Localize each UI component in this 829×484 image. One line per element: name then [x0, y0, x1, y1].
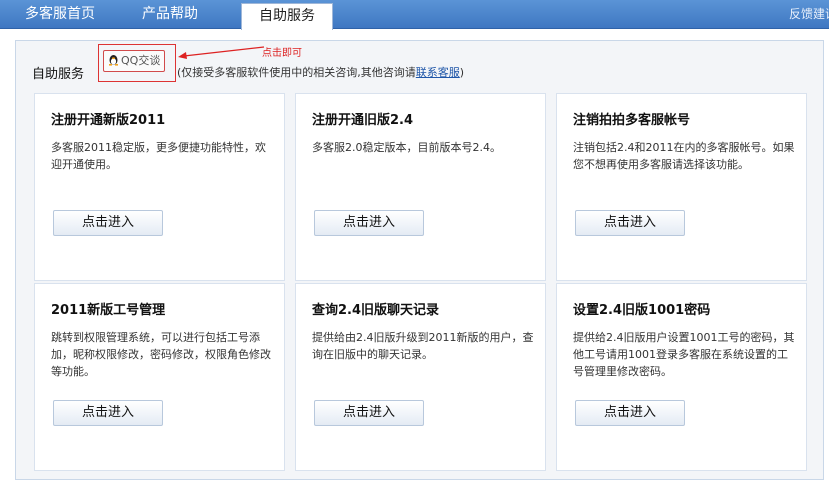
service-note: (仅接受多客服软件使用中的相关咨询,其他咨询请联系客服)	[177, 64, 464, 80]
card-title: 注册开通旧版2.4	[312, 113, 414, 128]
card-register-2011: 注册开通新版2011 多客服2011稳定版，更多便捷功能特性，欢迎开通使用。 点…	[34, 93, 285, 281]
card-description: 提供给由2.4旧版升级到2011新版的用户，查询在旧版中的聊天记录。	[312, 331, 534, 361]
card-description: 注销包括2.4和2011在内的多客服帐号。如果您不想再使用多客服请选择该功能。	[573, 141, 795, 171]
card-description: 多客服2011稳定版，更多便捷功能特性，欢迎开通使用。	[51, 141, 266, 171]
card-cancel-account: 注销拍拍多客服帐号 注销包括2.4和2011在内的多客服帐号。如果您不想再使用多…	[556, 93, 807, 281]
card-title: 设置2.4旧版1001密码	[573, 303, 711, 318]
card-description: 多客服2.0稳定版本，目前版本号2.4。	[312, 141, 501, 154]
note-suffix: )	[459, 66, 465, 79]
qq-chat-button[interactable]: QQ交谈	[103, 50, 165, 72]
card-enter-button[interactable]: 点击进入	[53, 210, 163, 236]
card-enter-button[interactable]: 点击进入	[314, 400, 424, 426]
card-chat-history: 查询2.4旧版聊天记录 提供给由2.4旧版升级到2011新版的用户，查询在旧版中…	[295, 283, 546, 471]
card-enter-button[interactable]: 点击进入	[314, 210, 424, 236]
card-set-1001-password: 设置2.4旧版1001密码 提供给2.4旧版用户设置1001工号的密码，其他工号…	[556, 283, 807, 471]
note-prefix: (仅接受多客服软件使用中的相关咨询,其他咨询请	[177, 66, 416, 79]
card-title: 查询2.4旧版聊天记录	[312, 303, 440, 318]
card-title: 注册开通新版2011	[51, 113, 166, 128]
top-nav-bar: 多客服首页 产品帮助 自助服务 反馈建议	[0, 0, 829, 30]
card-agent-id-management: 2011新版工号管理 跳转到权限管理系统，可以进行包括工号添加，昵称权限修改，密…	[34, 283, 285, 471]
card-title: 2011新版工号管理	[51, 303, 166, 318]
card-enter-button[interactable]: 点击进入	[575, 400, 685, 426]
tab-self-service[interactable]: 自助服务	[241, 3, 333, 30]
qq-penguin-icon	[109, 55, 118, 66]
section-title: 自助服务	[32, 67, 85, 82]
card-description: 跳转到权限管理系统，可以进行包括工号添加，昵称权限修改，密码修改，权限角色修改等…	[51, 331, 271, 378]
card-enter-button[interactable]: 点击进入	[575, 210, 685, 236]
tab-home[interactable]: 多客服首页	[14, 0, 106, 28]
card-enter-button[interactable]: 点击进入	[53, 400, 163, 426]
card-description: 提供给2.4旧版用户设置1001工号的密码，其他工号请用1001登录多客服在系统…	[573, 331, 795, 378]
card-title: 注销拍拍多客服帐号	[573, 113, 691, 128]
click-hint: 点击即可	[262, 48, 302, 59]
feedback-link[interactable]: 反馈建议	[789, 0, 829, 28]
tab-product-help[interactable]: 产品帮助	[128, 0, 212, 28]
card-register-2-4: 注册开通旧版2.4 多客服2.0稳定版本，目前版本号2.4。 点击进入	[295, 93, 546, 281]
contact-service-link[interactable]: 联系客服	[416, 66, 460, 79]
pointer-arrow-icon	[178, 46, 265, 59]
qq-chat-label: QQ交谈	[121, 54, 161, 67]
